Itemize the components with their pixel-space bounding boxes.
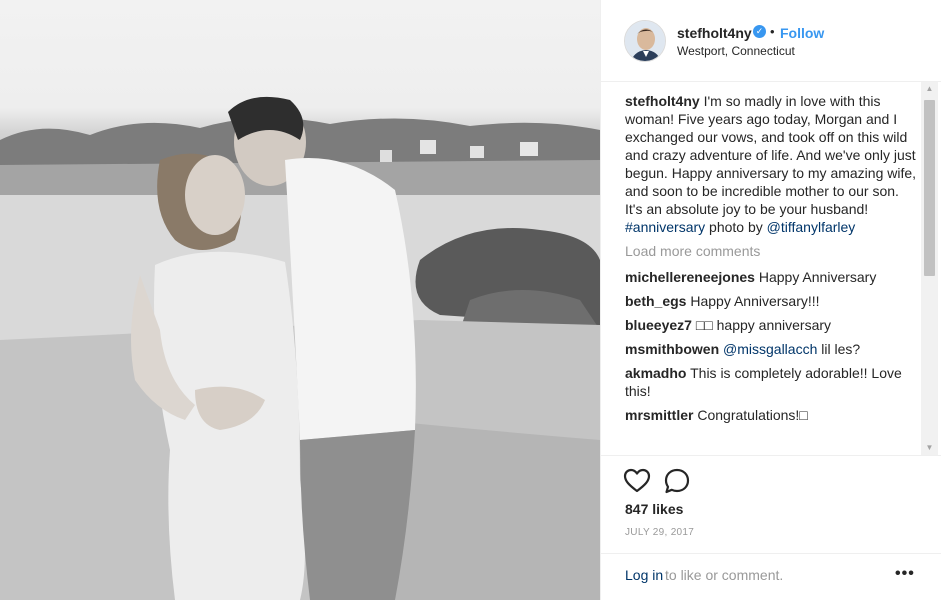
caption-username[interactable]: stefholt4ny [625, 93, 700, 109]
caption-credit: photo by [709, 219, 763, 235]
scrollbar-thumb[interactable] [924, 100, 935, 276]
author-username[interactable]: stefholt4ny [677, 25, 752, 41]
caption: stefholt4ny I'm so madly in love with th… [625, 92, 918, 236]
login-prompt-text: to like or comment. [665, 567, 784, 583]
comment-icon[interactable] [663, 467, 691, 495]
comment-item: mrsmittler Congratulations!□ [625, 406, 918, 424]
caption-text: I'm so madly in love with this woman! Fi… [625, 93, 917, 217]
comment-username[interactable]: akmadho [625, 365, 686, 381]
likes-count[interactable]: 847 likes [625, 501, 683, 517]
login-prompt: Log in to like or comment. ••• [601, 553, 941, 600]
comment-username[interactable]: mrsmittler [625, 407, 693, 423]
comment-item: michellereneejones Happy Anniversary [625, 268, 918, 286]
photo-illustration [0, 96, 600, 600]
mention-link[interactable]: @tiffanylfarley [767, 219, 856, 235]
post-actions: 847 likes JULY 29, 2017 Log in to like o… [601, 455, 941, 600]
scroll-down-arrow-icon[interactable]: ▼ [921, 441, 938, 455]
verified-badge-icon: ✓ [753, 25, 766, 38]
comment-item: msmithbowen @missgallacch lil les? [625, 340, 918, 358]
avatar-image [625, 21, 665, 61]
more-options-icon[interactable]: ••• [895, 565, 915, 583]
heart-icon[interactable] [623, 467, 651, 495]
post-photo [0, 0, 600, 600]
hashtag-link[interactable]: #anniversary [625, 219, 705, 235]
comment-mention-link[interactable]: @missgallacch [723, 341, 817, 357]
comment-item: blueeyez7 □□ happy anniversary [625, 316, 918, 334]
scroll-up-arrow-icon[interactable]: ▲ [921, 82, 938, 96]
load-more-comments-button[interactable]: Load more comments [625, 242, 918, 260]
comment-text: □□ happy anniversary [695, 317, 832, 333]
comment-text: lil les? [821, 341, 861, 357]
post-sidebar: stefholt4ny ✓ • Follow Westport, Connect… [600, 0, 941, 600]
comments-scrollbar[interactable]: ▲ ▼ [921, 82, 938, 455]
login-link[interactable]: Log in [625, 567, 663, 583]
post-header: stefholt4ny ✓ • Follow Westport, Connect… [601, 0, 941, 82]
comment-username[interactable]: blueeyez7 [625, 317, 692, 333]
comment-icon-graphic [664, 468, 690, 494]
comment-item: akmadho This is completely adorable!! Lo… [625, 364, 918, 400]
comment-text: Congratulations!□ [697, 407, 808, 423]
comment-username[interactable]: michellereneejones [625, 269, 755, 285]
comments-list[interactable]: stefholt4ny I'm so madly in love with th… [625, 92, 918, 455]
comment-username[interactable]: beth_egs [625, 293, 686, 309]
comment-item: beth_egs Happy Anniversary!!! [625, 292, 918, 310]
comment-text: Happy Anniversary [758, 269, 877, 285]
location-link[interactable]: Westport, Connecticut [677, 44, 795, 58]
heart-icon-graphic [623, 468, 651, 493]
avatar[interactable] [624, 20, 666, 62]
comment-username[interactable]: msmithbowen [625, 341, 719, 357]
separator-dot: • [770, 24, 775, 39]
comment-text: Happy Anniversary!!! [690, 293, 820, 309]
post-date[interactable]: JULY 29, 2017 [625, 527, 694, 538]
follow-button[interactable]: Follow [780, 25, 824, 41]
